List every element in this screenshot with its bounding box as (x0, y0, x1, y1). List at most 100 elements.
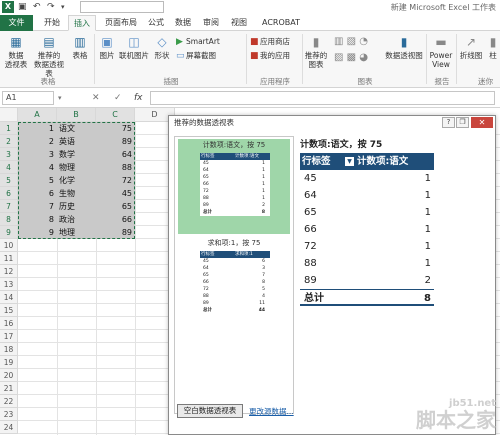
select-all-corner[interactable] (0, 108, 18, 122)
save-icon[interactable]: ▣ (18, 1, 27, 14)
tab-data[interactable]: 数据 (171, 15, 195, 31)
cell[interactable]: 3 (18, 148, 57, 161)
row-header[interactable]: 1 (0, 122, 18, 135)
cell[interactable]: 2 (18, 135, 57, 148)
cell[interactable]: 政治 (57, 213, 96, 226)
cell[interactable]: 7 (18, 200, 57, 213)
row-header[interactable]: 5 (0, 174, 18, 187)
cell[interactable]: 1 (18, 122, 57, 135)
redo-icon[interactable]: ↷ (47, 1, 55, 14)
my-apps-button[interactable]: ■我的应用 (250, 51, 290, 61)
cell[interactable]: 6 (18, 187, 57, 200)
power-view-button[interactable]: ▬ Power View (428, 35, 454, 69)
row-header[interactable]: 7 (0, 200, 18, 213)
help-button[interactable]: ? (442, 117, 455, 128)
cell[interactable]: 历史 (57, 200, 96, 213)
pivot-table-button[interactable]: ▦ 数据 透视表 (2, 35, 30, 69)
cell[interactable]: 生物 (57, 187, 96, 200)
shapes-button[interactable]: ◇ 形状 (152, 35, 172, 60)
row-header[interactable]: 16 (0, 317, 18, 330)
formula-input[interactable] (150, 91, 495, 105)
row-header[interactable]: 21 (0, 382, 18, 395)
cell[interactable]: 5 (18, 174, 57, 187)
tab-review[interactable]: 审阅 (199, 15, 223, 31)
cell[interactable]: 化学 (57, 174, 96, 187)
cell[interactable]: 英语 (57, 135, 96, 148)
cell[interactable]: 66 (96, 213, 135, 226)
row-header[interactable]: 20 (0, 369, 18, 382)
recommendation-thumbnail[interactable]: 求和项:1，按 75 行标签 求和项:1 45 6 64 3 65 7 66 8 72 5 88 4 89… (178, 237, 290, 332)
app-store-button[interactable]: ■应用商店 (250, 37, 290, 47)
tab-formulas[interactable]: 公式 (144, 15, 168, 31)
row-header[interactable]: 12 (0, 265, 18, 278)
change-source-link[interactable]: 更改源数据... (249, 406, 294, 417)
recommendation-thumbnail[interactable]: 计数项:语文，按 75 行标签 计数项:语文 45 1 64 1 65 1 66 1 72 1 88 1… (178, 139, 290, 234)
row-header[interactable]: 23 (0, 408, 18, 421)
cell[interactable]: 地理 (57, 226, 96, 239)
cell[interactable]: 75 (96, 122, 135, 135)
cancel-icon[interactable]: ✕ (92, 91, 100, 105)
row-header[interactable]: 6 (0, 187, 18, 200)
column-sparkline-button[interactable]: ▮ 柱 (486, 35, 500, 60)
row-header[interactable]: 2 (0, 135, 18, 148)
tab-page-layout[interactable]: 页面布局 (100, 15, 142, 31)
row-header[interactable]: 11 (0, 252, 18, 265)
column-header[interactable]: B (57, 108, 96, 122)
blank-pivot-button[interactable]: 空白数据透视表 (177, 404, 243, 418)
recommended-pivot-button[interactable]: ▤ 推荐的 数据透视表 (31, 35, 67, 78)
tab-home[interactable]: 开始 (38, 15, 66, 31)
row-header[interactable]: 13 (0, 278, 18, 291)
restore-button[interactable]: ❐ (456, 117, 469, 128)
screenshot-button[interactable]: ▭屏幕截图 (176, 51, 216, 61)
insert-function-button[interactable]: fx (134, 91, 143, 105)
online-picture-button[interactable]: ◫ 联机图片 (118, 35, 150, 60)
column-header[interactable]: C (96, 108, 135, 122)
undo-icon[interactable]: ↶ (33, 1, 41, 14)
row-header[interactable]: 3 (0, 148, 18, 161)
table-button[interactable]: ▥ 表格 (69, 35, 91, 60)
cell[interactable]: 64 (96, 148, 135, 161)
title-bar-input[interactable] (80, 1, 164, 13)
chart-types-icon[interactable]: ▨ ▩ ◕ (334, 53, 368, 63)
cell[interactable]: 45 (96, 187, 135, 200)
row-header[interactable]: 22 (0, 395, 18, 408)
cell[interactable]: 数学 (57, 148, 96, 161)
smartart-button[interactable]: ▶ SmartArt (176, 37, 220, 47)
row-header[interactable]: 9 (0, 226, 18, 239)
cell[interactable]: 88 (96, 161, 135, 174)
tab-file[interactable]: 文件 (0, 15, 33, 31)
recommended-charts-button[interactable]: ▮ 推荐的 图表 (304, 35, 328, 69)
row-header[interactable]: 14 (0, 291, 18, 304)
row-header[interactable]: 24 (0, 421, 18, 434)
close-button[interactable]: ✕ (471, 117, 493, 128)
tab-insert[interactable]: 插入 (68, 15, 96, 31)
name-box-dropdown-icon[interactable]: ▾ (58, 91, 62, 105)
cell[interactable]: 4 (18, 161, 57, 174)
tab-acrobat[interactable]: ACROBAT (258, 15, 304, 31)
row-header[interactable]: 15 (0, 304, 18, 317)
tab-view[interactable]: 视图 (227, 15, 251, 31)
line-sparkline-button[interactable]: ↗ 折线图 (458, 35, 484, 60)
confirm-icon[interactable]: ✓ (114, 91, 122, 105)
name-box[interactable]: A1 (2, 91, 54, 105)
cell[interactable]: 89 (96, 226, 135, 239)
row-header[interactable]: 8 (0, 213, 18, 226)
row-header[interactable]: 17 (0, 330, 18, 343)
cell[interactable]: 8 (18, 213, 57, 226)
chart-types-icon[interactable]: ▥ ▧ ◔ (334, 37, 368, 47)
row-header[interactable]: 19 (0, 356, 18, 369)
cell[interactable]: 语文 (57, 122, 96, 135)
row-header[interactable]: 10 (0, 239, 18, 252)
cell[interactable]: 65 (96, 200, 135, 213)
row-header[interactable]: 18 (0, 343, 18, 356)
picture-button[interactable]: ▣ 图片 (97, 35, 117, 60)
row-header[interactable]: 4 (0, 161, 18, 174)
cell[interactable]: 物理 (57, 161, 96, 174)
cell[interactable]: 89 (96, 135, 135, 148)
cell[interactable]: 9 (18, 226, 57, 239)
qat-customize-icon[interactable]: ▾ (61, 1, 65, 14)
recommendation-list[interactable]: 计数项:语文，按 75 行标签 计数项:语文 45 1 64 1 65 1 66 1 72 1 88 1… (174, 136, 294, 414)
pivot-chart-button[interactable]: ▮ 数据透视图 (384, 35, 424, 60)
cell[interactable]: 72 (96, 174, 135, 187)
column-header[interactable]: A (18, 108, 57, 122)
